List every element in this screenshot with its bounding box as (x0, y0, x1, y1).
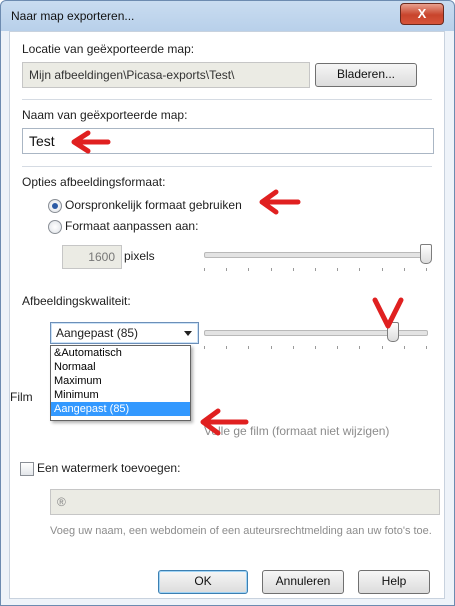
image-size-label: Opties afbeeldingsformaat: (22, 175, 166, 189)
option-resize-label[interactable]: Formaat aanpassen aan: (65, 219, 198, 233)
export-dialog: Naar map exporteren... X Locatie van geë… (0, 0, 455, 606)
slider-tick (204, 346, 205, 349)
quality-select[interactable]: Aangepast (85) (50, 322, 199, 344)
quality-dropdown-list: &Automatisch Normaal Maximum Minimum Aangepa… (50, 345, 191, 421)
option-original-size-label[interactable]: Oorspronkelijk formaat gebruiken (65, 198, 242, 212)
pixels-unit-label: pixels (124, 249, 155, 263)
close-icon: X (417, 6, 427, 21)
size-slider-thumb[interactable] (420, 244, 432, 264)
ok-button[interactable]: OK (158, 570, 248, 594)
title-bar[interactable]: Naar map exporteren... X (1, 1, 454, 31)
radio-original-size[interactable] (48, 199, 62, 213)
folder-name-label: Naam van geëxporteerde map: (22, 108, 188, 122)
quality-label: Afbeeldingskwaliteit: (22, 294, 131, 308)
slider-tick (270, 346, 272, 349)
film-label: Film (10, 390, 33, 404)
annotation-arrow-icon (200, 408, 249, 436)
slider-tick (426, 346, 427, 349)
annotation-arrow-icon (372, 297, 404, 329)
radio-resize[interactable] (48, 220, 62, 234)
quality-option[interactable]: Aangepast (85) (51, 402, 190, 416)
divider (22, 99, 432, 100)
chevron-down-icon (184, 331, 192, 336)
location-label: Locatie van geëxporteerde map: (22, 42, 195, 56)
slider-tick (226, 346, 228, 349)
cancel-button[interactable]: Annuleren (262, 570, 344, 594)
watermark-hint: Voeg uw naam, een webdomein of een auteu… (50, 525, 432, 537)
browse-button[interactable]: Bladeren... (315, 63, 417, 87)
watermark-input: ® (50, 489, 440, 515)
slider-tick (381, 346, 383, 349)
close-button[interactable]: X (400, 3, 444, 25)
pixels-spinbox[interactable]: 1600 (62, 245, 122, 269)
slider-tick (359, 346, 361, 349)
slider-tick (292, 268, 294, 271)
size-slider-track[interactable] (204, 252, 428, 258)
slider-tick (226, 268, 228, 271)
slider-tick (337, 346, 339, 349)
slider-tick (315, 346, 316, 349)
quality-select-value: Aangepast (85) (56, 326, 139, 340)
dialog-body: Locatie van geëxporteerde map: Mijn afbe… (9, 31, 445, 599)
slider-tick (248, 346, 250, 349)
slider-tick (315, 268, 316, 271)
slider-tick (292, 346, 294, 349)
slider-tick (381, 268, 383, 271)
quality-option[interactable]: &Automatisch (51, 346, 190, 360)
slider-tick (270, 268, 272, 271)
slider-tick (426, 268, 427, 271)
slider-tick (337, 268, 339, 271)
slider-tick (248, 268, 250, 271)
slider-tick (359, 268, 361, 271)
divider (22, 166, 432, 167)
quality-option[interactable]: Minimum (51, 388, 190, 402)
window-title: Naar map exporteren... (11, 9, 135, 23)
quality-option[interactable]: Normaal (51, 360, 190, 374)
annotation-arrow-icon (259, 189, 301, 215)
quality-option[interactable]: Maximum (51, 374, 190, 388)
slider-tick (403, 268, 405, 271)
watermark-label[interactable]: Een watermerk toevoegen: (37, 461, 180, 475)
help-button[interactable]: Help (358, 570, 430, 594)
watermark-checkbox[interactable] (20, 462, 34, 476)
slider-tick (204, 268, 205, 271)
location-path-field: Mijn afbeeldingen\Picasa-exports\Test\ (22, 62, 310, 88)
annotation-arrow-icon (71, 130, 111, 154)
slider-tick (403, 346, 405, 349)
